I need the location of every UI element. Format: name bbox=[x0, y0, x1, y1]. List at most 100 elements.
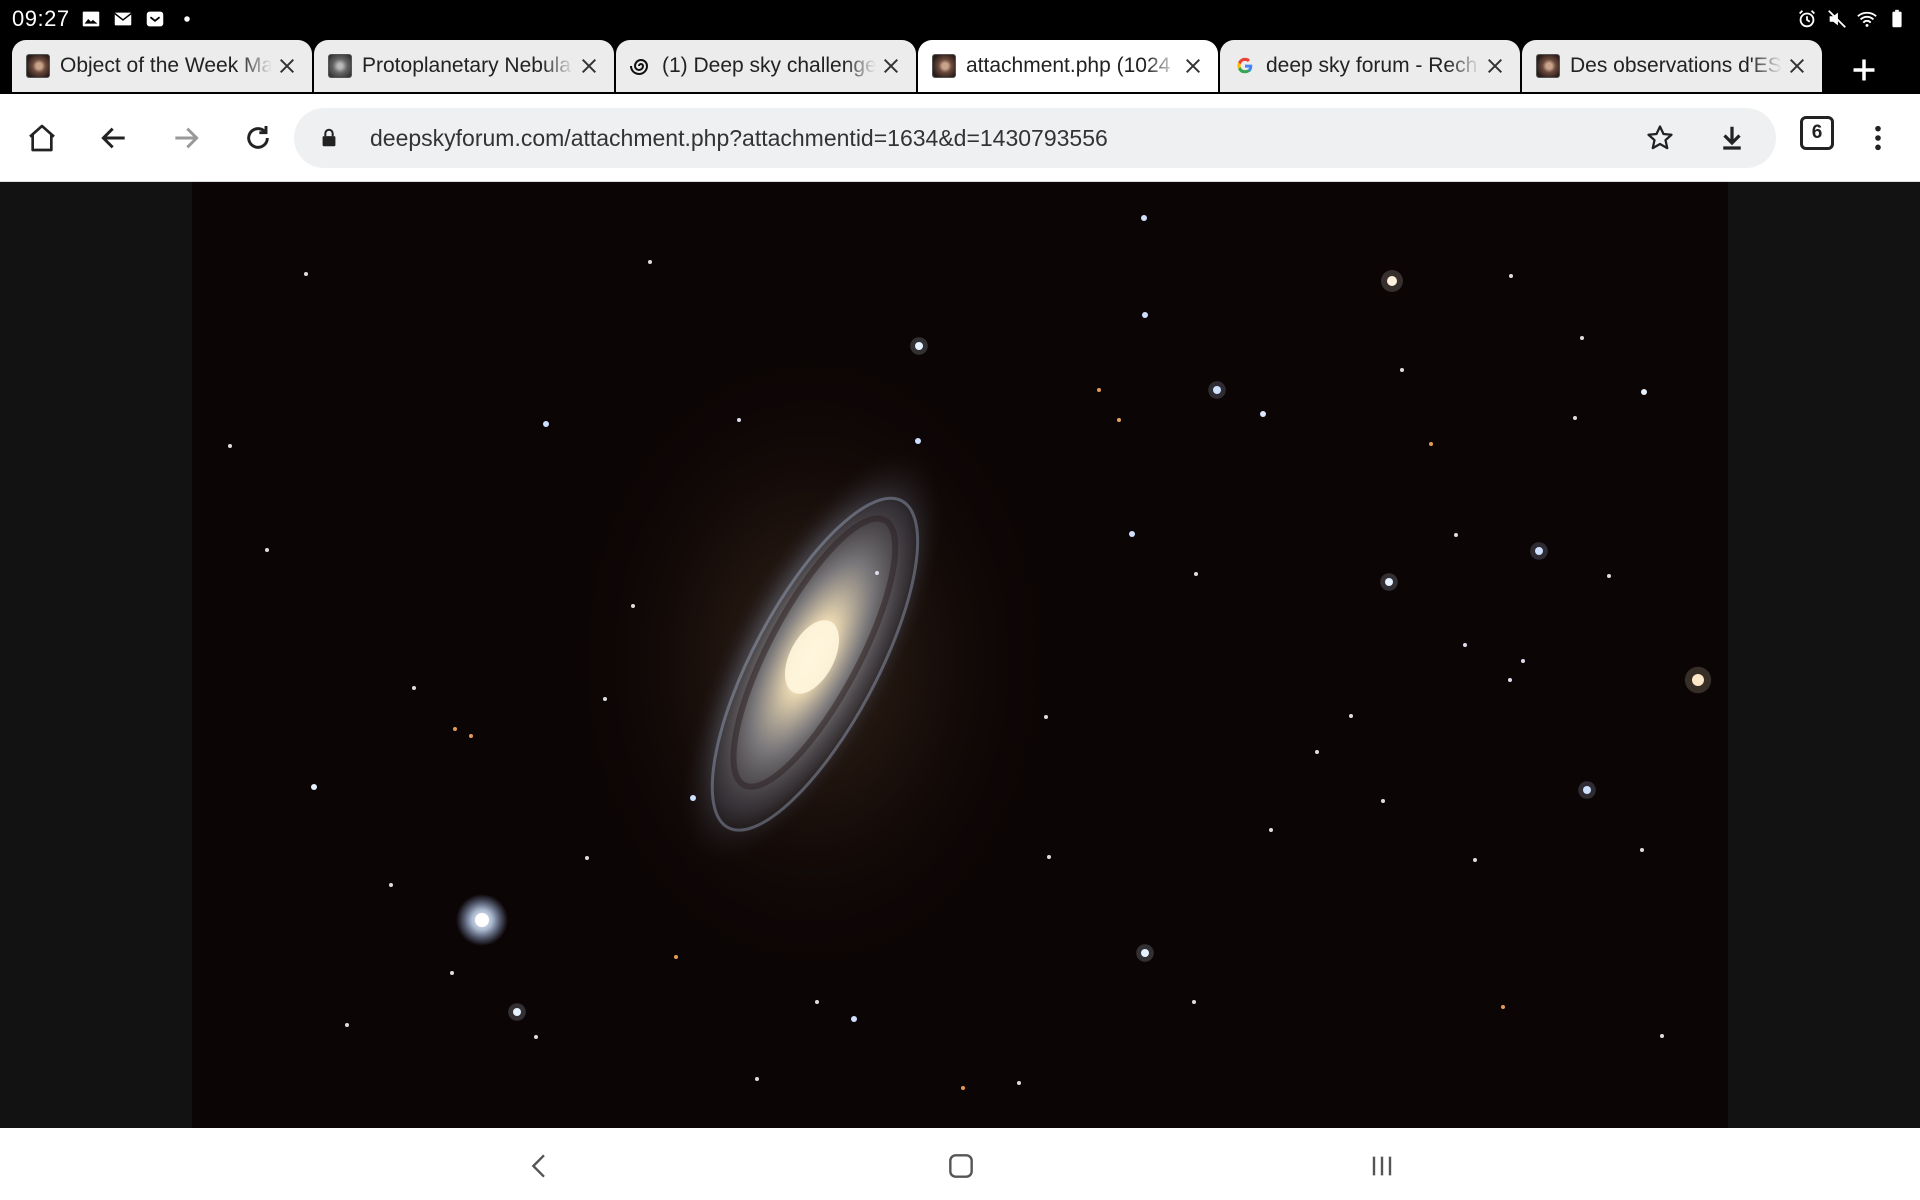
star bbox=[1660, 1034, 1664, 1038]
status-bar: 09:27 bbox=[0, 0, 1920, 38]
page-content bbox=[0, 182, 1920, 1128]
tab-object-of-the-week[interactable]: Object of the Week Ma bbox=[12, 40, 312, 92]
back-button[interactable] bbox=[90, 114, 138, 162]
inbox-icon bbox=[144, 8, 166, 30]
reload-icon bbox=[247, 126, 269, 149]
star bbox=[674, 955, 678, 959]
tab-deep-sky-forum-search[interactable]: deep sky forum - Rech bbox=[1220, 40, 1520, 92]
star bbox=[1047, 855, 1051, 859]
star bbox=[961, 1086, 965, 1090]
star bbox=[1192, 1000, 1196, 1004]
star bbox=[1194, 572, 1198, 576]
alarm-icon bbox=[1796, 8, 1818, 30]
star bbox=[1017, 1081, 1021, 1085]
star bbox=[1141, 215, 1147, 221]
star bbox=[1509, 274, 1513, 278]
new-tab-button[interactable] bbox=[1840, 46, 1888, 94]
lock-icon[interactable] bbox=[316, 125, 342, 151]
home-button[interactable] bbox=[18, 114, 66, 162]
tab-title: Protoplanetary Nebula bbox=[362, 54, 571, 77]
tab-switcher-button[interactable]: 6 bbox=[1800, 116, 1834, 150]
arrow-left-icon bbox=[101, 127, 125, 149]
home-square-icon bbox=[949, 1154, 973, 1178]
star bbox=[389, 883, 393, 887]
star bbox=[737, 418, 741, 422]
close-icon[interactable] bbox=[1178, 51, 1208, 81]
nav-recents-button[interactable] bbox=[1360, 1144, 1404, 1188]
spiral-icon bbox=[630, 55, 652, 77]
star bbox=[1535, 547, 1543, 555]
image-icon bbox=[80, 8, 102, 30]
nav-back-button[interactable] bbox=[518, 1144, 562, 1188]
image-thumb-icon bbox=[932, 54, 956, 78]
star bbox=[648, 260, 652, 264]
recents-icon bbox=[1372, 1156, 1392, 1176]
star bbox=[1097, 388, 1101, 392]
star bbox=[1142, 312, 1148, 318]
star bbox=[631, 604, 635, 608]
url-text[interactable]: deepskyforum.com/attachment.php?attachme… bbox=[370, 125, 1776, 152]
star bbox=[1583, 786, 1591, 794]
browser-toolbar: deepskyforum.com/attachment.php?attachme… bbox=[0, 94, 1920, 182]
star bbox=[1640, 848, 1644, 852]
tab-attachment-php[interactable]: attachment.php (1024 bbox=[918, 40, 1218, 92]
star bbox=[1315, 750, 1319, 754]
star bbox=[603, 697, 607, 701]
star bbox=[1387, 276, 1397, 286]
tab-des-observations[interactable]: Des observations d'ES bbox=[1522, 40, 1822, 92]
star bbox=[1641, 389, 1647, 395]
star bbox=[1117, 418, 1121, 422]
close-icon[interactable] bbox=[876, 51, 906, 81]
tab-deep-sky-challenge[interactable]: (1) Deep sky challenge bbox=[616, 40, 916, 92]
tab-title: attachment.php (1024 bbox=[966, 54, 1171, 77]
star bbox=[345, 1023, 349, 1027]
star bbox=[1381, 799, 1385, 803]
android-nav-bar bbox=[0, 1128, 1920, 1200]
close-icon[interactable] bbox=[574, 51, 604, 81]
close-icon[interactable] bbox=[272, 51, 302, 81]
star bbox=[412, 686, 416, 690]
close-icon[interactable] bbox=[1480, 51, 1510, 81]
star bbox=[513, 1008, 521, 1016]
star bbox=[1573, 416, 1577, 420]
star bbox=[915, 438, 921, 444]
status-left: 09:27 bbox=[0, 6, 198, 32]
star bbox=[915, 342, 923, 350]
address-bar[interactable]: deepskyforum.com/attachment.php?attachme… bbox=[294, 108, 1776, 168]
star bbox=[1692, 674, 1704, 686]
star bbox=[1129, 531, 1135, 537]
more-vert-icon bbox=[1875, 125, 1881, 151]
tab-protoplanetary-nebula[interactable]: Protoplanetary Nebula bbox=[314, 40, 614, 92]
tab-title: (1) Deep sky challenge bbox=[662, 54, 876, 77]
status-right bbox=[1796, 8, 1920, 30]
galaxy-photo[interactable] bbox=[192, 182, 1728, 1128]
tab-title: Object of the Week Ma bbox=[60, 54, 272, 77]
star bbox=[1260, 411, 1266, 417]
mute-icon bbox=[1826, 8, 1848, 30]
star bbox=[311, 784, 317, 790]
star bbox=[755, 1077, 759, 1081]
image-thumb-icon bbox=[328, 54, 352, 78]
star bbox=[1429, 442, 1433, 446]
forward-button[interactable] bbox=[162, 114, 210, 162]
star bbox=[690, 795, 696, 801]
dot-icon bbox=[176, 8, 198, 30]
star bbox=[1269, 828, 1273, 832]
galaxy-image bbox=[192, 182, 1728, 1128]
star bbox=[304, 272, 308, 276]
menu-button[interactable] bbox=[1854, 114, 1902, 162]
bookmark-star-icon[interactable] bbox=[1640, 118, 1680, 158]
star bbox=[1473, 858, 1477, 862]
star bbox=[228, 444, 232, 448]
image-thumb-icon bbox=[1536, 54, 1560, 78]
star bbox=[1580, 336, 1584, 340]
reload-button[interactable] bbox=[234, 114, 282, 162]
download-icon[interactable] bbox=[1712, 118, 1752, 158]
star bbox=[543, 421, 549, 427]
close-icon[interactable] bbox=[1782, 51, 1812, 81]
star bbox=[585, 856, 589, 860]
star bbox=[453, 727, 457, 731]
star bbox=[1454, 533, 1458, 537]
nav-home-button[interactable] bbox=[939, 1144, 983, 1188]
tab-strip: Object of the Week Ma Protoplanetary Neb… bbox=[0, 38, 1920, 94]
